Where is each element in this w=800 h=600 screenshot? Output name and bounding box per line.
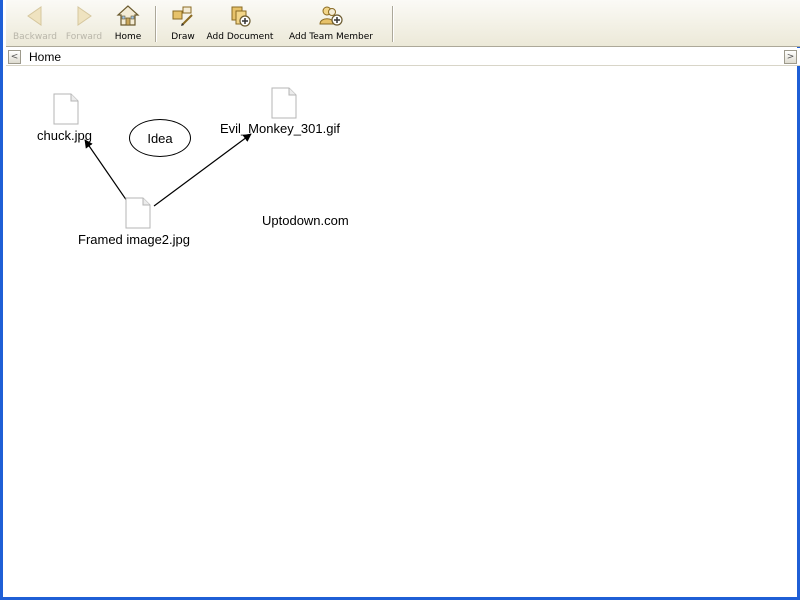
forward-button[interactable]: Forward (62, 2, 106, 45)
app-window: Backward Forward Home Draw Add Document … (0, 0, 800, 600)
backward-label: Backward (13, 32, 57, 42)
forward-arrow-icon (77, 6, 92, 26)
toolbar-separator (155, 6, 157, 42)
draw-button[interactable]: Draw (166, 2, 200, 45)
add-team-member-icon (319, 6, 343, 26)
document-label: Evil_Monkey_301.gif (220, 121, 340, 136)
add-team-member-label: Add Team Member (289, 32, 373, 42)
document-label: Framed image2.jpg (78, 232, 190, 247)
home-label: Home (114, 32, 142, 42)
scroll-left-button[interactable]: < (8, 50, 21, 64)
document-label: chuck.jpg (37, 128, 92, 143)
idea-node[interactable]: Idea (129, 119, 191, 157)
breadcrumb: < Home > (6, 48, 800, 66)
document-icon (53, 93, 79, 125)
back-arrow-icon (27, 6, 42, 26)
add-document-label: Add Document (206, 32, 274, 42)
scroll-right-button[interactable]: > (784, 50, 797, 64)
house-icon (116, 5, 140, 26)
draw-tools-icon (172, 6, 193, 26)
home-button[interactable]: Home (110, 2, 146, 45)
links-layer (84, 133, 252, 218)
add-document-button[interactable]: Add Document (204, 2, 276, 45)
backward-button[interactable]: Backward (12, 2, 58, 45)
document-icon (125, 197, 151, 229)
document-icon (271, 87, 297, 119)
mind-map-canvas[interactable]: chuck.jpg Evil_Monkey_301.gif Framed ima… (6, 67, 800, 597)
forward-label: Forward (65, 32, 103, 42)
draw-label: Draw (171, 32, 195, 42)
add-document-icon (231, 6, 251, 27)
toolbar: Backward Forward Home Draw Add Document … (6, 0, 800, 47)
breadcrumb-home[interactable]: Home (29, 50, 61, 64)
toolbar-separator (392, 6, 394, 42)
add-team-member-button[interactable]: Add Team Member (286, 2, 376, 45)
text-node-uptodown[interactable]: Uptodown.com (262, 213, 349, 228)
